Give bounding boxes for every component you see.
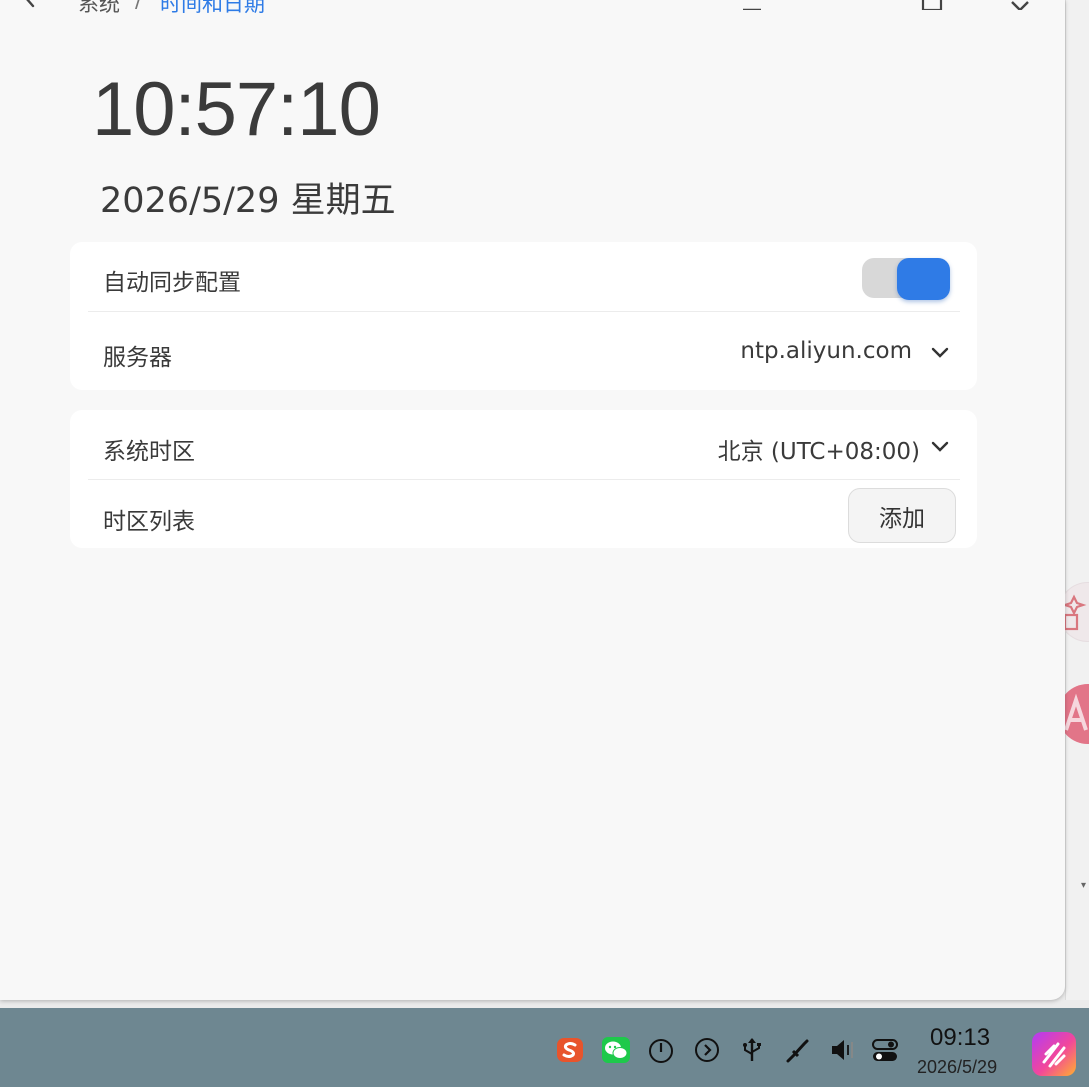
launcher-icon — [1042, 1042, 1066, 1068]
chevron-down-icon[interactable] — [929, 342, 951, 364]
usb-icon[interactable] — [738, 1036, 766, 1064]
control-center-icon[interactable] — [871, 1036, 899, 1064]
sync-settings-card: 自动同步配置 服务器 ntp.aliyun.com — [70, 242, 977, 390]
breadcrumb-separator: / — [135, 0, 143, 12]
auto-sync-label: 自动同步配置 — [103, 270, 241, 296]
launcher-button[interactable] — [1032, 1032, 1076, 1076]
current-date: 2026/5/29 星期五 — [100, 181, 396, 221]
server-value[interactable]: ntp.aliyun.com — [670, 338, 912, 364]
close-icon[interactable] — [1008, 0, 1034, 10]
server-row[interactable]: 服务器 ntp.aliyun.com — [70, 312, 977, 390]
pen-icon[interactable] — [784, 1036, 812, 1064]
timezone-card: 系统时区 北京 (UTC+08:00) 时区列表 添加 — [70, 410, 977, 548]
maximize-icon[interactable] — [919, 0, 945, 10]
desktop-background — [1065, 0, 1089, 1000]
timezone-list-row: 时区列表 — [70, 480, 977, 548]
timezone-list-label: 时区列表 — [103, 509, 195, 535]
system-timezone-value[interactable]: 北京 (UTC+08:00) — [630, 432, 920, 466]
server-label: 服务器 — [103, 345, 172, 371]
chevron-down-icon[interactable] — [929, 436, 951, 458]
current-time: 10:57:10 — [92, 67, 381, 152]
taskbar-date[interactable]: 2026/5/29 — [917, 1057, 997, 1078]
minimize-icon[interactable] — [739, 0, 765, 10]
volume-icon[interactable] — [829, 1036, 857, 1064]
auto-sync-row: 自动同步配置 — [70, 242, 977, 312]
back-arrow-icon[interactable] — [18, 0, 42, 10]
taskbar-time[interactable]: 09:13 — [930, 1024, 990, 1052]
title-bar: 系统 / 时间和日期 — [0, 0, 1065, 16]
auto-sync-toggle[interactable] — [862, 258, 950, 300]
toggle-knob — [897, 258, 950, 300]
settings-window: 系统 / 时间和日期 10:57:10 2026/5/29 星期五 自动同步配置… — [0, 0, 1065, 1000]
sogou-input-icon[interactable] — [556, 1036, 584, 1064]
system-timezone-row[interactable]: 系统时区 北京 (UTC+08:00) — [70, 410, 977, 479]
wechat-icon[interactable] — [602, 1036, 630, 1064]
add-timezone-button[interactable]: 添加 — [848, 488, 956, 543]
breadcrumb-current: 时间和日期 — [160, 0, 265, 16]
taskbar: 09:13 2026/5/29 — [0, 1008, 1089, 1087]
breadcrumb-parent[interactable]: 系统 — [78, 0, 120, 18]
power-icon[interactable] — [647, 1036, 675, 1064]
system-timezone-label: 系统时区 — [103, 439, 195, 465]
forward-circle-icon[interactable] — [693, 1036, 721, 1064]
scroll-down-icon[interactable]: ▾ — [1081, 880, 1086, 891]
